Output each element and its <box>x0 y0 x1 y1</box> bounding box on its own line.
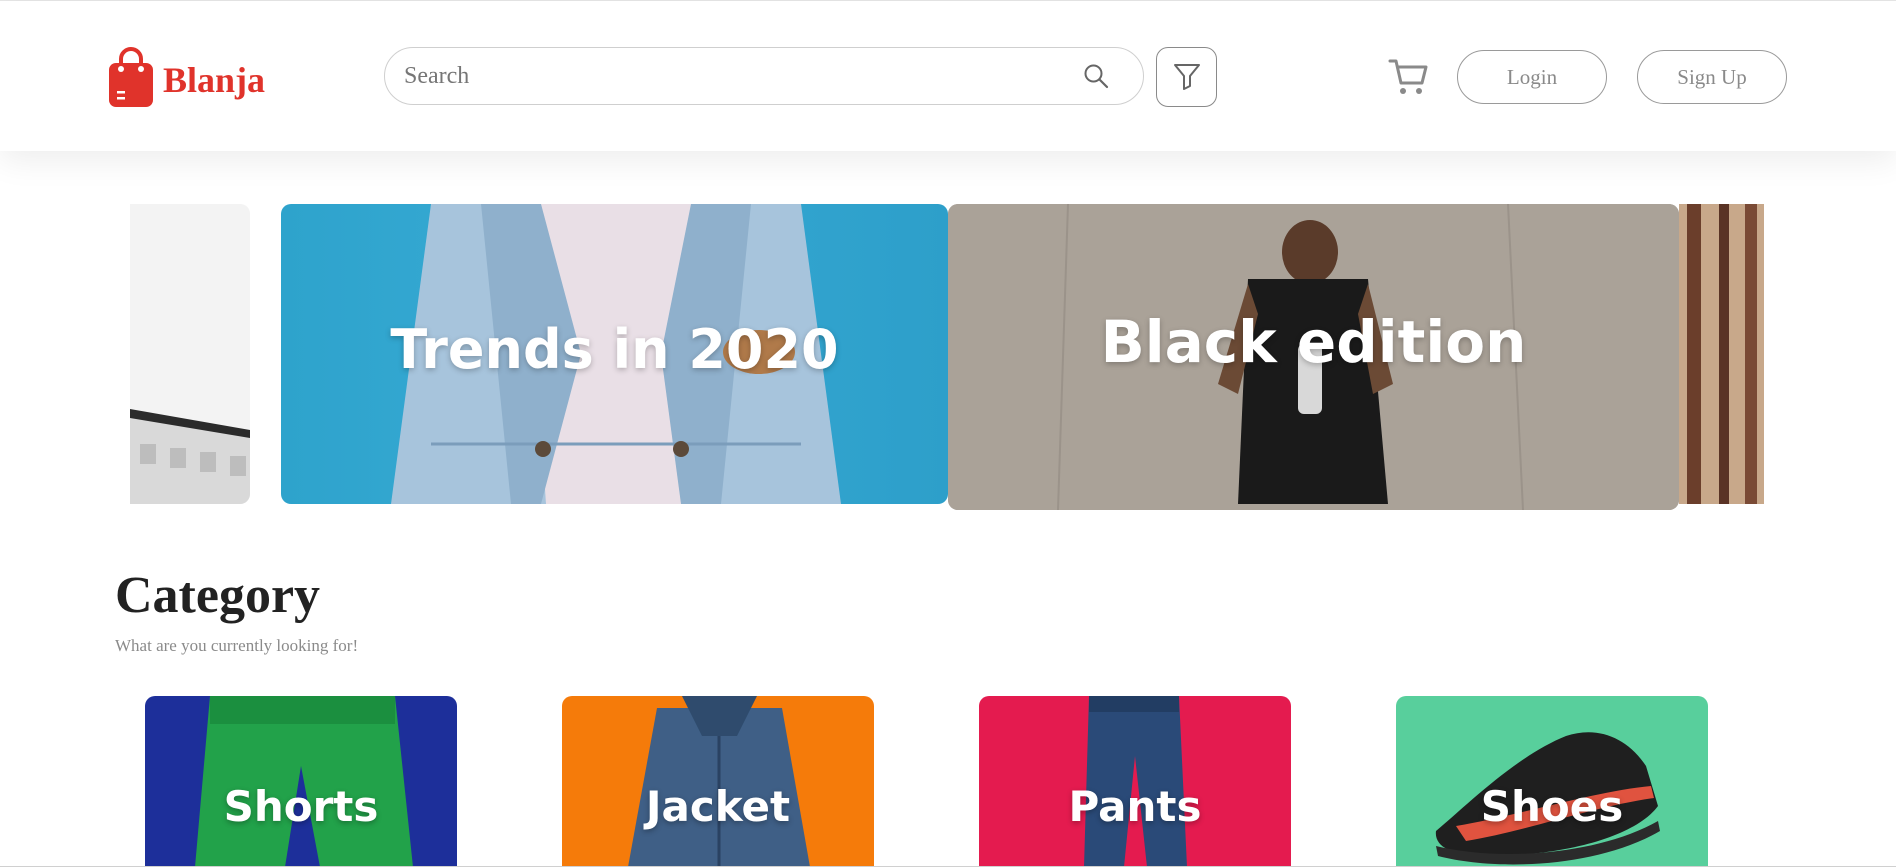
category-subtitle: What are you currently looking for! <box>115 636 359 655</box>
search-input[interactable] <box>402 61 1143 91</box>
search-icon[interactable] <box>1083 63 1109 94</box>
category-heading: Category <box>115 567 321 624</box>
banner-title: Black edition <box>1100 308 1527 376</box>
shopping-bag-icon <box>107 45 155 114</box>
carousel-slide-trends[interactable]: Trends in 2020 <box>281 204 948 504</box>
category-card-shorts[interactable]: Shorts <box>145 696 457 867</box>
category-label: Jacket <box>645 782 791 831</box>
category-label: Shoes <box>1480 782 1624 831</box>
banner-title: Trends in 2020 <box>390 318 839 381</box>
login-button[interactable]: Login <box>1457 50 1607 104</box>
signup-button[interactable]: Sign Up <box>1637 50 1787 104</box>
brand-name: Blanja <box>163 59 266 100</box>
building-image <box>130 204 250 504</box>
cart-icon[interactable] <box>1388 57 1430 102</box>
category-card-shoes[interactable]: Shoes <box>1396 696 1708 867</box>
logo[interactable]: Blanja <box>107 45 265 114</box>
category-label: Shorts <box>223 782 379 831</box>
search-bar <box>384 47 1144 105</box>
forest-image <box>1679 204 1764 504</box>
filter-icon <box>1172 61 1202 94</box>
carousel-slide-black-edition[interactable]: Black edition <box>948 204 1679 510</box>
carousel-slide-prev[interactable] <box>130 204 250 504</box>
category-label: Pants <box>1068 782 1202 831</box>
navbar: Blanja Login Sign Up <box>0 1 1896 151</box>
carousel-slide-next[interactable] <box>1679 204 1764 504</box>
filter-button[interactable] <box>1156 47 1217 107</box>
category-card-pants[interactable]: Pants <box>979 696 1291 867</box>
category-card-jacket[interactable]: Jacket <box>562 696 874 867</box>
